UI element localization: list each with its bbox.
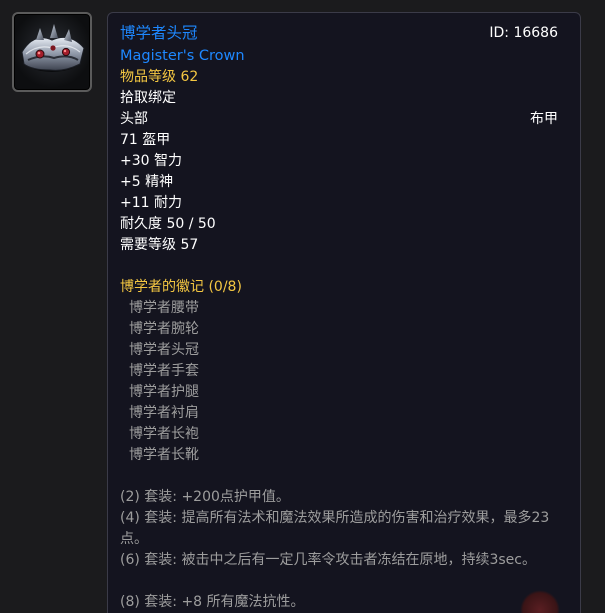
set-piece-belt[interactable]: 博学者腰带 xyxy=(129,298,199,319)
set-piece-boots[interactable]: 博学者长靴 xyxy=(129,445,199,466)
required-level: 需要等级 57 xyxy=(120,237,199,253)
crown-icon[interactable] xyxy=(12,12,92,92)
set-piece-crown[interactable]: 博学者头冠 xyxy=(129,340,199,361)
item-tooltip-view: 博学者头冠 ID: 16686 Magister's Crown 物品等级 62… xyxy=(0,0,605,613)
armor-value: 71 盔甲 xyxy=(120,132,171,148)
set-piece-bracers[interactable]: 博学者腕轮 xyxy=(129,319,199,340)
set-bonus-2: (2) 套装: +200点护甲值。 xyxy=(120,489,290,505)
item-tooltip: 博学者头冠 ID: 16686 Magister's Crown 物品等级 62… xyxy=(107,12,581,613)
item-level: 物品等级 62 xyxy=(120,69,199,85)
set-piece-robe[interactable]: 博学者长袍 xyxy=(129,424,199,445)
set-bonus-8: (8) 套装: +8 所有魔法抗性。 xyxy=(120,594,305,610)
set-piece-leggings[interactable]: 博学者护腿 xyxy=(129,382,199,403)
armor-type: 布甲 xyxy=(530,111,558,127)
item-id: ID: 16686 xyxy=(489,25,558,41)
stat-intellect: +30 智力 xyxy=(120,153,182,169)
stat-stamina: +11 耐力 xyxy=(120,195,182,211)
item-name-cn[interactable]: 博学者头冠 xyxy=(120,23,198,44)
set-bonus-6: (6) 套装: 被击中之后有一定几率令攻击者冻结在原地，持续3sec。 xyxy=(120,552,536,568)
stat-spirit: +5 精神 xyxy=(120,174,174,190)
set-title[interactable]: 博学者的徽记 (0/8) xyxy=(120,277,242,298)
item-name-en[interactable]: Magister's Crown xyxy=(120,46,245,67)
equip-slot: 头部 xyxy=(120,111,148,127)
set-piece-gloves[interactable]: 博学者手套 xyxy=(129,361,199,382)
durability: 耐久度 50 / 50 xyxy=(120,216,216,232)
set-piece-mantle[interactable]: 博学者衬肩 xyxy=(129,403,199,424)
bind-type: 拾取绑定 xyxy=(120,90,176,106)
set-bonus-4: (4) 套装: 提高所有法术和魔法效果所造成的伤害和治疗效果，最多23点。 xyxy=(120,510,550,547)
